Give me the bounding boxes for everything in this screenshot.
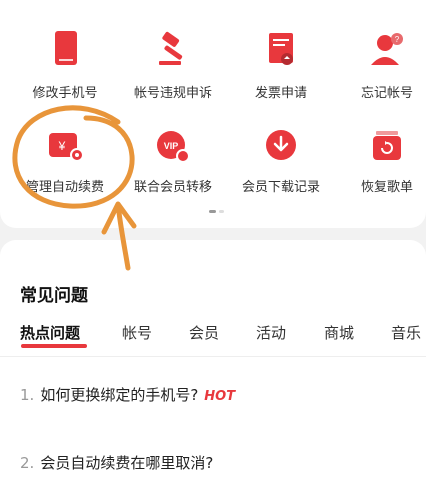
service-account-appeal[interactable]: 帐号违规申诉 <box>120 29 226 101</box>
service-label: 恢复歌单 <box>360 180 413 195</box>
faq-question[interactable]: 1. 如何更换绑定的手机号? HOT <box>20 384 235 405</box>
active-tab-indicator <box>21 344 87 348</box>
service-label: 会员下载记录 <box>241 180 320 195</box>
service-manage-auto-renew[interactable]: ¥ 管理自动续费 <box>12 127 118 195</box>
faq-title: 常见问题 <box>20 286 88 306</box>
question-text: 如何更换绑定的手机号? <box>40 386 199 404</box>
tab-store[interactable]: 商城 <box>324 322 354 343</box>
service-invoice[interactable]: 发票申请 <box>228 29 334 101</box>
faq-tabs: 热点问题 帐号 会员 活动 商城 音乐 <box>0 320 426 360</box>
service-label: 帐号违规申诉 <box>133 86 212 101</box>
tab-music[interactable]: 音乐 <box>391 322 421 343</box>
page-dot <box>219 210 224 213</box>
service-vip-transfer[interactable]: VIP 联合会员转移 <box>120 127 226 195</box>
tab-membership[interactable]: 会员 <box>189 322 219 343</box>
service-label: 修改手机号 <box>32 86 98 101</box>
vip-transfer-icon: VIP <box>153 127 193 167</box>
hot-badge: HOT <box>204 389 236 404</box>
faq-question[interactable]: 2. 会员自动续费在哪里取消? <box>20 452 213 473</box>
question-number: 1. <box>20 386 35 404</box>
service-vip-download-history[interactable]: 会员下载记录 <box>228 127 334 195</box>
gavel-icon <box>153 29 193 69</box>
service-label: 发票申请 <box>254 86 307 101</box>
service-label: 管理自动续费 <box>25 180 104 195</box>
svg-text:¥: ¥ <box>58 139 66 153</box>
tab-events[interactable]: 活动 <box>256 322 286 343</box>
question-number: 2. <box>20 454 35 472</box>
tab-hot-questions[interactable]: 热点问题 <box>20 322 80 343</box>
svg-text:?: ? <box>395 35 400 44</box>
phone-icon <box>45 29 85 69</box>
service-forgot-account[interactable]: ? 忘记帐号 <box>334 29 426 101</box>
page-dot-active <box>209 210 216 213</box>
tab-account[interactable]: 帐号 <box>122 322 152 343</box>
auto-renew-icon: ¥ <box>45 127 85 167</box>
faq-card: 常见问题 热点问题 帐号 会员 活动 商城 音乐 1. 如何更换绑定的手机号? HO… <box>0 240 426 487</box>
service-label: 联合会员转移 <box>133 180 212 195</box>
restore-playlist-icon <box>367 127 407 167</box>
download-icon <box>261 127 301 167</box>
service-grid-card: 修改手机号 帐号违规申诉 发票申请 ? 忘记帐号 ¥ 管理自动续费 VIP 联合… <box>0 0 426 228</box>
invoice-icon <box>261 29 301 69</box>
svg-text:VIP: VIP <box>164 141 179 151</box>
service-restore-playlist[interactable]: 恢复歌单 <box>334 127 426 195</box>
service-label: 忘记帐号 <box>360 86 413 101</box>
question-text: 会员自动续费在哪里取消? <box>40 454 214 472</box>
service-change-phone[interactable]: 修改手机号 <box>12 29 118 101</box>
divider <box>0 356 426 357</box>
user-question-icon: ? <box>367 29 407 69</box>
